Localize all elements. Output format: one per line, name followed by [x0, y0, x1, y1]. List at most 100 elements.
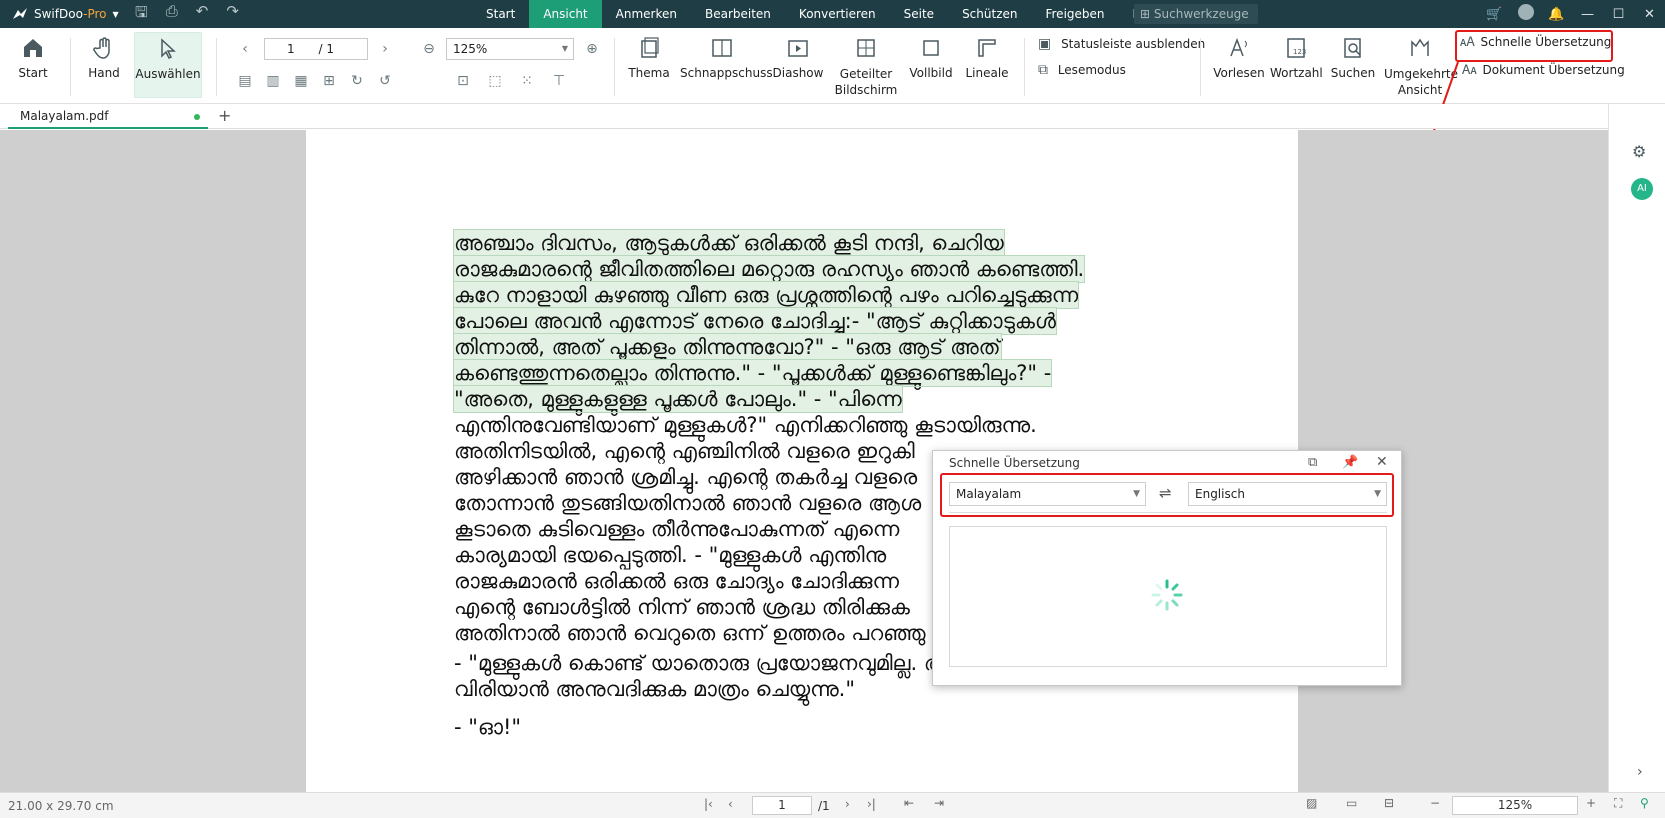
- prev-page-status-icon[interactable]: ‹: [728, 797, 733, 811]
- document-text-line[interactable]: എന്തിനുവേണ്ടിയാണ് മുള്ളുകൾ?" എനിക്കറിഞ്ഞ…: [454, 412, 1037, 438]
- menu-konvertieren[interactable]: Konvertieren: [785, 0, 890, 28]
- page-number-field[interactable]: 1 / 1: [264, 38, 368, 60]
- app-menu-caret-icon[interactable]: ▼: [113, 10, 119, 19]
- document-text-line[interactable]: രാജകുമാരൻ ഒരിക്കൽ ഒരു ചോദ്യം ചോദിക്കുന്ന: [454, 568, 899, 594]
- page-display-icon[interactable]: ⊟: [1384, 796, 1394, 810]
- settings-sliders-icon[interactable]: ⚙: [1632, 142, 1646, 161]
- split-screen-icon: [857, 39, 875, 57]
- go-forward-icon[interactable]: ⇥: [934, 796, 944, 810]
- status-page-input[interactable]: 1: [752, 796, 812, 815]
- two-page-view-icon[interactable]: ▥: [264, 72, 282, 90]
- eye-protection-icon[interactable]: ⚲: [1640, 796, 1649, 810]
- last-page-icon[interactable]: ›|: [867, 797, 876, 811]
- background-color-icon[interactable]: ▨: [1306, 796, 1317, 810]
- document-text-line[interactable]: അഴിക്കാൻ ഞാൻ ശ്രമിച്ചു. എന്റെ തകർച്ച വളര…: [454, 464, 917, 490]
- theme-button[interactable]: Thema: [624, 36, 674, 80]
- single-page-view-icon[interactable]: ▤: [236, 72, 254, 90]
- expand-sidebar-icon[interactable]: ›: [1637, 764, 1643, 780]
- split-screen-button[interactable]: Geteilter Bildschirm: [832, 36, 900, 98]
- document-text-line[interactable]: വിരിയാൻ അനുവദിക്കുക മാത്രം ചെയ്യുന്നു.": [454, 676, 855, 702]
- page-layout-icon[interactable]: ▭: [1346, 796, 1357, 810]
- fit-width-icon[interactable]: ⁙: [518, 72, 536, 90]
- menu-anmerken[interactable]: Anmerken: [602, 0, 691, 28]
- next-page-icon[interactable]: ›: [376, 40, 394, 58]
- slideshow-button[interactable]: Diashow: [772, 36, 824, 80]
- cart-icon[interactable]: 🛒: [1479, 7, 1510, 22]
- go-back-icon[interactable]: ⇤: [904, 796, 914, 810]
- undo-icon[interactable]: ↶: [196, 2, 209, 27]
- fullscreen-button[interactable]: Vollbild: [906, 36, 956, 80]
- document-text-line[interactable]: "അതെ, മുള്ളുകളുള്ള പൂക്കൾ പോലും." - "പിന…: [453, 385, 903, 413]
- fit-page-icon[interactable]: ⬚: [486, 72, 504, 90]
- menu-seite[interactable]: Seite: [890, 0, 948, 28]
- menu-freigeben[interactable]: Freigeben: [1031, 0, 1118, 28]
- document-text-line[interactable]: കാര്യമായി ഭയപ്പെടുത്തി. - "മുള്ളുകൾ എന്ത…: [454, 542, 886, 568]
- rotate-ccw-icon[interactable]: ↺: [376, 72, 394, 90]
- hand-icon: [93, 37, 110, 59]
- zoom-in-icon[interactable]: ⊕: [583, 40, 601, 58]
- rotate-cw-icon[interactable]: ↻: [348, 72, 366, 90]
- zoom-out-status-icon[interactable]: −: [1430, 796, 1440, 810]
- document-text-line[interactable]: കുറേ നാളായി കുഴഞ്ഞു വീണ ഒരു പ്രശ്നത്തിന്…: [452, 281, 1080, 309]
- maximize-icon[interactable]: ☐: [1603, 7, 1634, 22]
- ai-assistant-icon[interactable]: AI: [1631, 178, 1653, 200]
- word-count-button[interactable]: 123 Wortzahl: [1270, 36, 1323, 80]
- read-aloud-button[interactable]: Vorlesen: [1212, 36, 1266, 80]
- read-mode-button[interactable]: ⧉ Lesemodus: [1038, 62, 1126, 78]
- document-tab[interactable]: Malayalam.pdf: [8, 104, 208, 129]
- redo-icon[interactable]: ↷: [226, 2, 239, 27]
- translation-output-area[interactable]: [949, 526, 1387, 667]
- minimize-icon[interactable]: —: [1572, 7, 1603, 22]
- document-text-line[interactable]: രാജകുമാരന്റെ ജീവിതത്തിലെ മറ്റൊരു രഹസ്യം …: [452, 255, 1086, 283]
- document-text-line[interactable]: - "ഓ!": [454, 714, 521, 740]
- account-icon[interactable]: [1510, 4, 1541, 24]
- grid-search-icon: ⊞: [1140, 7, 1151, 21]
- document-translate-button[interactable]: 🗛 Dokument Übersetzung: [1462, 63, 1625, 78]
- hide-statusbar-button[interactable]: ▣ Statusleiste ausblenden: [1038, 36, 1205, 52]
- copy-icon[interactable]: ⧉: [1308, 455, 1317, 470]
- document-text-line[interactable]: പോലെ അവൻ എന്നോട് നേരെ ചോദിച്ചു:- "ആട് കു…: [453, 307, 1057, 335]
- first-page-icon[interactable]: |‹: [704, 797, 713, 811]
- document-text-line[interactable]: അതിനാൽ ഞാൻ വെറുതെ ഒന്ന് ഉത്തരം പറഞ്ഞു: [454, 620, 926, 646]
- pin-icon[interactable]: 📌: [1342, 455, 1358, 470]
- thumbnail-view-icon[interactable]: ⊞: [320, 72, 338, 90]
- zoom-out-icon[interactable]: ⊖: [420, 40, 438, 58]
- hand-tool-button[interactable]: Hand: [84, 36, 124, 80]
- app-brand[interactable]: SwifDoo-Pro ▼: [0, 7, 135, 21]
- document-text-line[interactable]: കൂടാതെ കുടിവെള്ളം തീർന്നുപോകുന്നത് എന്നെ: [454, 516, 899, 542]
- fit-visible-icon[interactable]: ⊤: [550, 72, 568, 90]
- page-size-label: 21.00 x 29.70 cm: [8, 799, 114, 813]
- snapshot-button[interactable]: Schnappschuss: [680, 36, 773, 80]
- start-button[interactable]: Start: [16, 36, 50, 80]
- zoom-select[interactable]: 125% ▼: [446, 38, 574, 60]
- bell-icon[interactable]: 🔔: [1541, 7, 1572, 22]
- fit-screen-icon[interactable]: ⛶: [1614, 796, 1622, 811]
- close-popup-icon[interactable]: ✕: [1376, 454, 1388, 470]
- menu-bearbeiten[interactable]: Bearbeiten: [691, 0, 785, 28]
- menu-ansicht[interactable]: Ansicht: [529, 0, 602, 28]
- actual-size-icon[interactable]: ⊡: [454, 72, 472, 90]
- document-text-line[interactable]: തോന്നാൻ തുടങ്ങിയതിനാൽ ഞാൻ വളരെ ആശ: [454, 490, 921, 516]
- tool-search-input[interactable]: ⊞ Suchwerkzeuge: [1134, 4, 1258, 24]
- search-button[interactable]: Suchen: [1328, 36, 1378, 80]
- document-text-line[interactable]: അഞ്ചാം ദിവസം, ആടുകൾക്ക് ഒരിക്കൽ കൂടി നന്…: [453, 229, 1005, 257]
- new-tab-icon[interactable]: +: [218, 106, 231, 125]
- menu-schuetzen[interactable]: Schützen: [948, 0, 1031, 28]
- document-text-line[interactable]: അതിനിടയിൽ, എന്റെ എഞ്ചിനിൽ വളരെ ഇറുകി: [454, 438, 915, 464]
- scroll-view-icon[interactable]: ▦: [292, 72, 310, 90]
- select-tool-button[interactable]: Auswählen: [134, 32, 202, 98]
- reverse-view-button[interactable]: Umgekehrte Ansicht: [1384, 36, 1458, 98]
- app-name: SwifDoo-Pro: [34, 7, 107, 21]
- rulers-button[interactable]: Lineale: [964, 36, 1010, 80]
- close-window-icon[interactable]: ✕: [1634, 7, 1665, 22]
- next-page-status-icon[interactable]: ›: [845, 797, 850, 811]
- save-icon[interactable]: 🖫: [135, 2, 148, 27]
- document-text-line[interactable]: എന്റെ ബോൾട്ടിൽ നിന്ന് ഞാൻ ശ്രദ്ധ തിരിക്ക…: [454, 594, 910, 620]
- print-icon[interactable]: ⎙: [166, 2, 178, 27]
- menu-start[interactable]: Start: [472, 0, 529, 28]
- document-text-line[interactable]: തിന്നാൽ, അത് പൂക്കളും തിന്നുന്നുവോ?" - "…: [453, 333, 1002, 361]
- status-zoom-field[interactable]: 125%: [1452, 796, 1578, 815]
- zoom-in-status-icon[interactable]: +: [1586, 796, 1596, 810]
- prev-page-icon[interactable]: ‹: [236, 40, 254, 58]
- document-text-line[interactable]: കണ്ടെത്തുന്നതെല്ലാം തിന്നുന്നു." - "പൂക്…: [452, 359, 1053, 387]
